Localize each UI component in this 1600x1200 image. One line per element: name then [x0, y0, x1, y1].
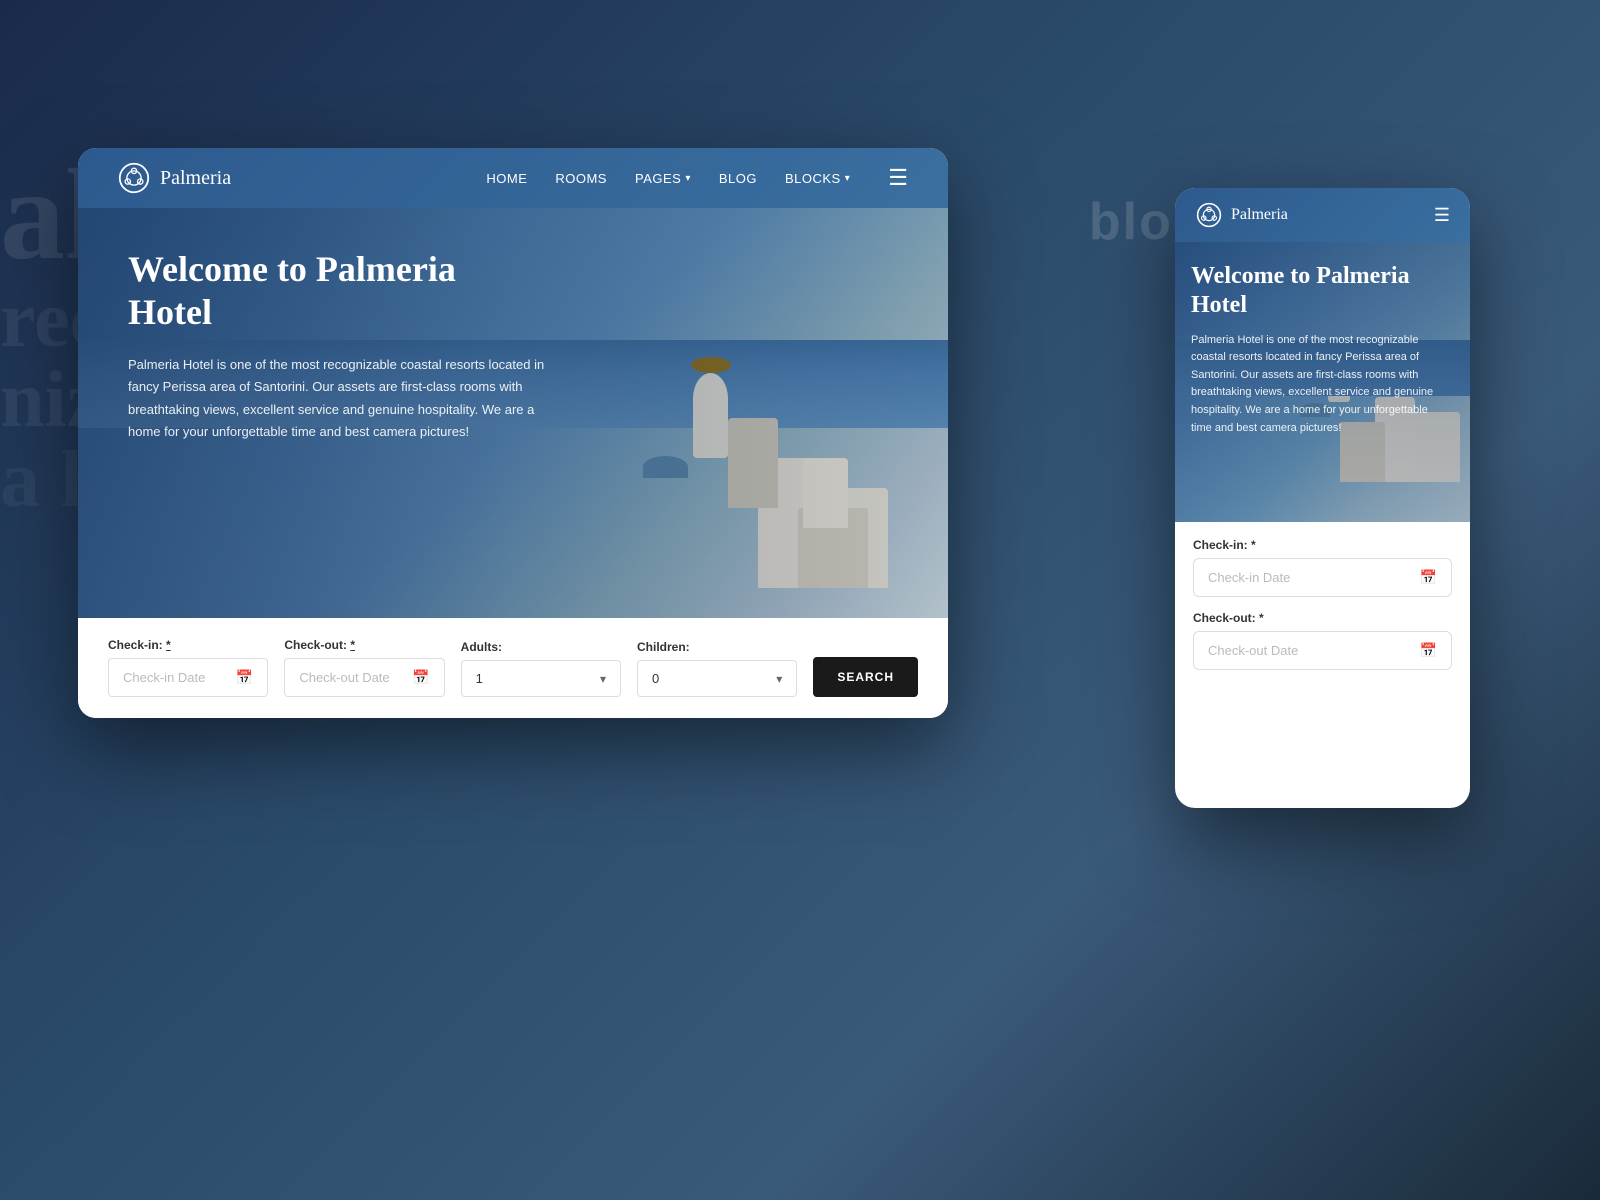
desktop-logo-icon [118, 162, 150, 194]
desktop-adults-field: Adults: 1 ▾ [461, 640, 621, 697]
desktop-search-button[interactable]: SEARCH [813, 657, 918, 697]
nav-link-blog[interactable]: BLOG [719, 171, 757, 186]
mobile-hero: Welcome to Palmeria Hotel Palmeria Hotel… [1175, 242, 1470, 522]
desktop-adults-label: Adults: [461, 640, 621, 654]
desktop-brand: Palmeria [118, 162, 231, 194]
mobile-brand: Palmeria [1195, 201, 1288, 229]
desktop-adults-select[interactable]: 1 ▾ [461, 660, 621, 697]
mobile-checkin-field: Check-in: * Check-in Date 📅 [1193, 538, 1452, 597]
nav-link-rooms[interactable]: ROOMS [555, 171, 607, 186]
children-chevron-icon: ▾ [776, 672, 782, 686]
desktop-nav: Palmeria HOME ROOMS PAGES ▾ BLOG BLOCKS … [78, 148, 948, 208]
desktop-checkin-input[interactable]: Check-in Date 📅 [108, 658, 268, 697]
desktop-booking-form: Check-in: * Check-in Date 📅 Check-out: *… [78, 618, 948, 718]
checkout-calendar-icon: 📅 [412, 669, 429, 686]
mobile-checkout-input[interactable]: Check-out Date 📅 [1193, 631, 1452, 670]
checkin-calendar-icon: 📅 [236, 669, 253, 686]
desktop-mockup: Palmeria HOME ROOMS PAGES ▾ BLOG BLOCKS … [78, 148, 948, 718]
desktop-hero: Welcome to Palmeria Hotel Palmeria Hotel… [78, 208, 948, 648]
desktop-checkout-label: Check-out: * [284, 638, 444, 652]
mobile-checkin-calendar-icon: 📅 [1420, 569, 1437, 586]
mobile-booking-form: Check-in: * Check-in Date 📅 Check-out: *… [1175, 522, 1470, 700]
mobile-hero-content: Welcome to Palmeria Hotel Palmeria Hotel… [1191, 262, 1470, 437]
pages-chevron-icon: ▾ [685, 173, 691, 184]
desktop-brand-name: Palmeria [160, 167, 231, 190]
mobile-checkout-calendar-icon: 📅 [1420, 642, 1437, 659]
mobile-checkin-input[interactable]: Check-in Date 📅 [1193, 558, 1452, 597]
mobile-brand-name: Palmeria [1231, 206, 1288, 224]
mobile-hero-description: Palmeria Hotel is one of the most recogn… [1191, 332, 1451, 438]
mobile-logo-icon [1195, 201, 1223, 229]
mobile-hamburger-icon[interactable]: ☰ [1434, 205, 1450, 226]
nav-link-pages[interactable]: PAGES ▾ [635, 171, 691, 186]
desktop-form-row: Check-in: * Check-in Date 📅 Check-out: *… [108, 638, 918, 697]
nav-link-home[interactable]: HOME [486, 171, 527, 186]
desktop-checkout-field: Check-out: * Check-out Date 📅 [284, 638, 444, 697]
adults-chevron-icon: ▾ [600, 672, 606, 686]
desktop-hero-description: Palmeria Hotel is one of the most recogn… [128, 354, 548, 442]
mobile-checkin-label: Check-in: * [1193, 538, 1452, 552]
desktop-hero-content: Welcome to Palmeria Hotel Palmeria Hotel… [128, 248, 548, 443]
mobile-checkout-label: Check-out: * [1193, 611, 1452, 625]
nav-link-blocks[interactable]: BLOCKS ▾ [785, 171, 850, 186]
desktop-checkin-field: Check-in: * Check-in Date 📅 [108, 638, 268, 697]
desktop-children-field: Children: 0 ▾ [637, 640, 797, 697]
desktop-hero-title: Welcome to Palmeria Hotel [128, 248, 548, 334]
checkout-required: * [350, 638, 355, 652]
desktop-children-select[interactable]: 0 ▾ [637, 660, 797, 697]
blocks-chevron-icon: ▾ [845, 173, 851, 184]
desktop-nav-links: HOME ROOMS PAGES ▾ BLOG BLOCKS ▾ ☰ [486, 165, 908, 191]
desktop-children-label: Children: [637, 640, 797, 654]
mobile-checkout-field: Check-out: * Check-out Date 📅 [1193, 611, 1452, 670]
desktop-checkout-input[interactable]: Check-out Date 📅 [284, 658, 444, 697]
mobile-hero-title: Welcome to Palmeria Hotel [1191, 262, 1470, 320]
checkin-required: * [166, 638, 171, 652]
mobile-nav: Palmeria ☰ [1175, 188, 1470, 242]
desktop-hamburger-icon[interactable]: ☰ [888, 165, 908, 191]
mobile-mockup: Palmeria ☰ Welcome to Palmeria Hotel Pal… [1175, 188, 1470, 808]
desktop-checkin-label: Check-in: * [108, 638, 268, 652]
